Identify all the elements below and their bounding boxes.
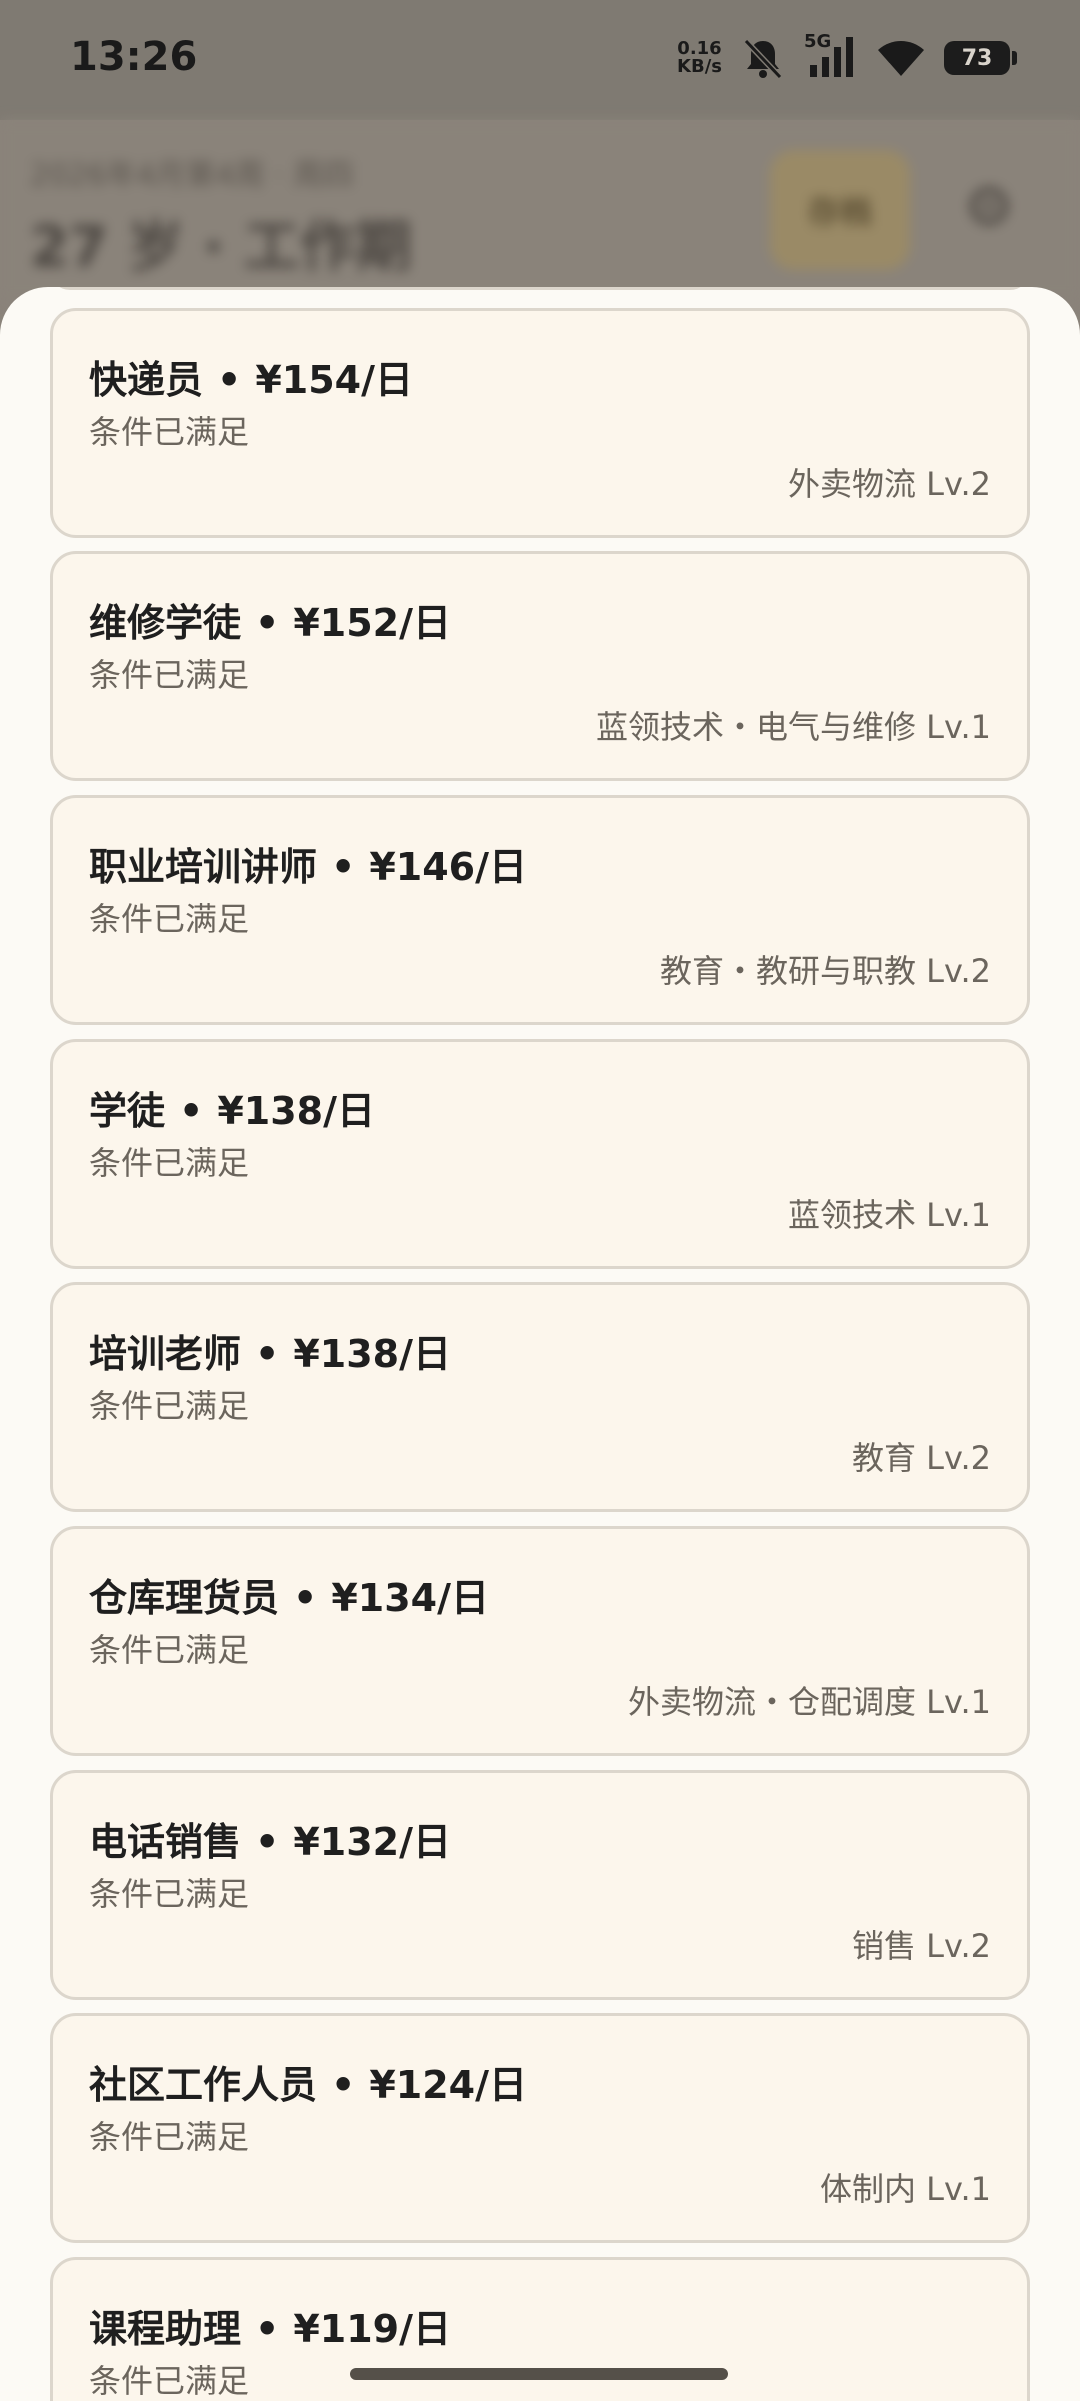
job-wage: ¥134/日 [331, 1576, 489, 1620]
title-separator: • [255, 1332, 280, 1376]
job-title: 学徒 [89, 1089, 166, 1133]
status-icons: 0.16 KB/s 5G 73 [677, 30, 1017, 86]
job-card[interactable]: 快递员 • ¥154/日 条件已满足 外卖物流 Lv.2 [50, 308, 1030, 538]
title-separator: • [293, 1576, 318, 1620]
job-title-line: 维修学徒 • ¥152/日 [89, 592, 451, 647]
job-tag: 销售 Lv.2 [852, 1927, 991, 1965]
job-wage: ¥132/日 [293, 1820, 451, 1864]
title-separator: • [255, 601, 280, 645]
job-wage: ¥138/日 [293, 1332, 451, 1376]
network-speed: 0.16 KB/s [677, 40, 722, 76]
background-subtitle: 2026年4月第4周 · 周四 [30, 158, 354, 193]
job-title-line: 课程助理 • ¥119/日 [89, 2298, 451, 2353]
job-status: 条件已满足 [89, 1144, 250, 1182]
muted-bell-icon [743, 38, 783, 80]
title-separator: • [331, 845, 356, 889]
battery-level: 73 [961, 45, 993, 71]
job-tag: 教育・教研与职教 Lv.2 [660, 952, 991, 990]
job-title: 电话销售 [89, 1820, 242, 1864]
status-bar: 13:26 0.16 KB/s 5G 73 [0, 0, 1080, 120]
job-card[interactable]: 职业培训讲师 • ¥146/日 条件已满足 教育・教研与职教 Lv.2 [50, 795, 1030, 1025]
job-wage: ¥146/日 [369, 845, 527, 889]
title-separator: • [179, 1089, 204, 1133]
network-speed-unit: KB/s [677, 56, 722, 77]
job-tag: 外卖物流 Lv.2 [788, 465, 991, 503]
job-title-line: 仓库理货员 • ¥134/日 [89, 1567, 489, 1622]
job-status: 条件已满足 [89, 900, 250, 938]
title-separator: • [255, 1820, 280, 1864]
job-title-line: 培训老师 • ¥138/日 [89, 1323, 451, 1378]
job-title-line: 快递员 • ¥154/日 [89, 349, 413, 404]
job-card[interactable]: 培训老师 • ¥138/日 条件已满足 教育 Lv.2 [50, 1282, 1030, 1512]
wifi-icon [878, 41, 924, 76]
home-indicator[interactable] [350, 2368, 728, 2380]
job-tag: 教育 Lv.2 [852, 1439, 991, 1477]
job-status: 条件已满足 [89, 1631, 250, 1669]
background-save-button: 存档 [770, 150, 910, 270]
job-title-line: 职业培训讲师 • ¥146/日 [89, 836, 527, 891]
job-title-line: 电话销售 • ¥132/日 [89, 1811, 451, 1866]
title-separator: • [255, 2307, 280, 2351]
job-wage: ¥124/日 [369, 2063, 527, 2107]
job-wage: ¥138/日 [217, 1089, 375, 1133]
cellular-signal: 5G [804, 31, 858, 81]
job-card-previous[interactable] [50, 287, 1030, 290]
job-title: 维修学徒 [89, 601, 242, 645]
job-title: 仓库理货员 [89, 1576, 280, 1620]
job-title-line: 社区工作人员 • ¥124/日 [89, 2054, 527, 2109]
job-title: 课程助理 [89, 2307, 242, 2351]
job-title: 培训老师 [89, 1332, 242, 1376]
job-card[interactable]: 社区工作人员 • ¥124/日 条件已满足 体制内 Lv.1 [50, 2013, 1030, 2243]
job-tag: 外卖物流・仓配调度 Lv.1 [628, 1683, 991, 1721]
job-tag: 蓝领技术・电气与维修 Lv.1 [596, 708, 991, 746]
job-card[interactable]: 学徒 • ¥138/日 条件已满足 蓝领技术 Lv.1 [50, 1039, 1030, 1269]
job-status: 条件已满足 [89, 656, 250, 694]
job-tag: 蓝领技术 Lv.1 [788, 1196, 991, 1234]
job-title: 快递员 [89, 358, 204, 402]
job-list-sheet[interactable]: 快递员 • ¥154/日 条件已满足 外卖物流 Lv.2 维修学徒 • ¥152/日 条… [0, 287, 1080, 2401]
title-separator: • [331, 2063, 356, 2107]
job-status: 条件已满足 [89, 1387, 250, 1425]
job-wage: ¥154/日 [255, 358, 413, 402]
job-title: 职业培训讲师 [89, 845, 318, 889]
signal-bars-icon [810, 37, 853, 77]
job-status: 条件已满足 [89, 413, 250, 451]
job-card[interactable]: 仓库理货员 • ¥134/日 条件已满足 外卖物流・仓配调度 Lv.1 [50, 1526, 1030, 1756]
job-card[interactable]: 电话销售 • ¥132/日 条件已满足 销售 Lv.2 [50, 1770, 1030, 2000]
gear-icon [970, 187, 1008, 225]
job-title-line: 学徒 • ¥138/日 [89, 1080, 375, 1135]
job-tag: 体制内 Lv.1 [820, 2170, 991, 2208]
job-title: 社区工作人员 [89, 2063, 318, 2107]
background-header: 2026年4月第4周 · 周四 27 岁 · 工作期 存档 [0, 120, 1080, 300]
job-status: 条件已满足 [89, 1875, 250, 1913]
job-status: 条件已满足 [89, 2362, 250, 2400]
battery-indicator: 73 [944, 41, 1017, 75]
job-status: 条件已满足 [89, 2118, 250, 2156]
job-card[interactable]: 维修学徒 • ¥152/日 条件已满足 蓝领技术・电气与维修 Lv.1 [50, 551, 1030, 781]
job-wage: ¥119/日 [293, 2307, 451, 2351]
title-separator: • [217, 358, 242, 402]
job-wage: ¥152/日 [293, 601, 451, 645]
background-title: 27 岁 · 工作期 [30, 215, 412, 280]
status-time: 13:26 [70, 34, 198, 80]
